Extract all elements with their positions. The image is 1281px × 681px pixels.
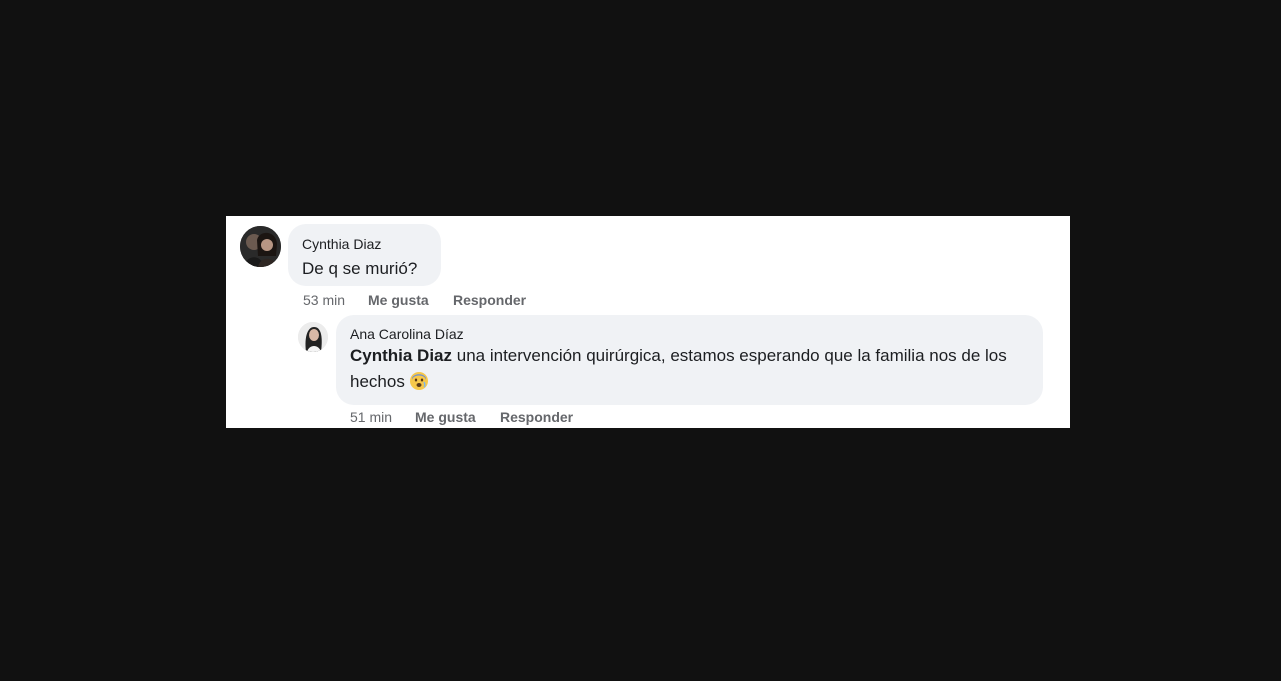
reply-bubble: Ana Carolina Díaz Cynthia Diaz una inter… xyxy=(336,315,1043,405)
comment-text: De q se murió? xyxy=(302,259,418,278)
reply-button[interactable]: Responder xyxy=(500,409,573,425)
like-button[interactable]: Me gusta xyxy=(368,292,429,308)
avatar-photo xyxy=(298,322,328,352)
comment-timestamp[interactable]: 53 min xyxy=(303,292,345,308)
reply-button[interactable]: Responder xyxy=(453,292,526,308)
comment-timestamp[interactable]: 51 min xyxy=(350,409,392,425)
comment-bubble: Cynthia Diaz De q se murió? xyxy=(288,224,441,286)
like-button[interactable]: Me gusta xyxy=(415,409,476,425)
avatar-photo xyxy=(240,226,281,267)
anxious-face-icon xyxy=(409,372,428,390)
mention-link[interactable]: Cynthia Diaz xyxy=(350,346,452,365)
comment-text: Cynthia Diaz una intervención quirúrgica… xyxy=(350,343,1030,395)
comment-author[interactable]: Ana Carolina Díaz xyxy=(350,326,464,342)
comment-author[interactable]: Cynthia Diaz xyxy=(302,236,381,252)
avatar-ana-carolina-diaz[interactable] xyxy=(298,322,328,352)
comment-thread: Cynthia Diaz De q se murió? 53 min Me gu… xyxy=(226,216,1070,428)
avatar-cynthia-diaz[interactable] xyxy=(240,226,281,267)
